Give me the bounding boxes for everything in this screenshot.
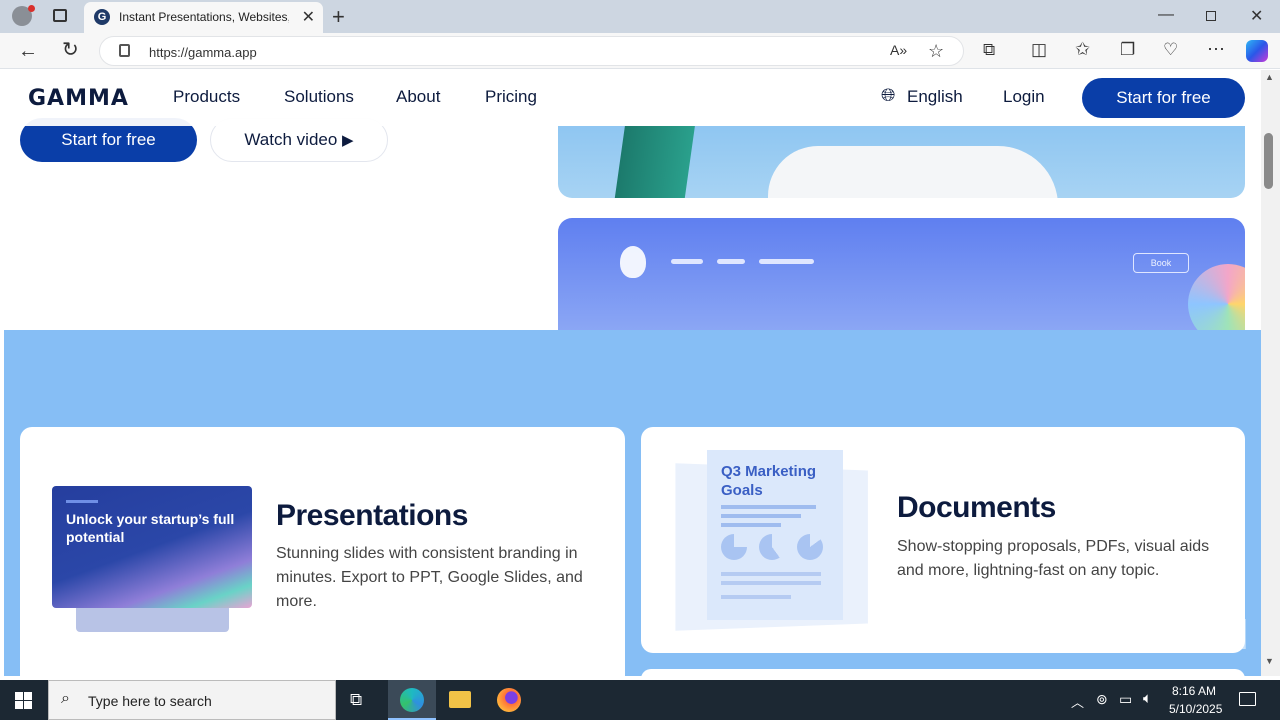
- site-header: GAMMA Products Solutions About Pricing 🌐…: [4, 70, 1261, 126]
- cloud: [768, 146, 1058, 198]
- presentations-card[interactable]: Unlock your startup’s full potential Pre…: [20, 427, 625, 676]
- scroll-up-icon[interactable]: ▲: [1265, 72, 1274, 82]
- doc-line: [721, 581, 821, 585]
- close-window-icon[interactable]: ✕: [1250, 6, 1263, 26]
- more-menu-icon[interactable]: ⋯: [1207, 40, 1225, 58]
- doc-line: [721, 523, 781, 527]
- nav-solutions[interactable]: Solutions: [284, 87, 354, 107]
- search-placeholder: Type here to search: [88, 693, 212, 709]
- volume-icon[interactable]: 🔈︎: [1143, 690, 1152, 707]
- split-screen-icon[interactable]: ◫: [1031, 41, 1047, 58]
- login-link[interactable]: Login: [1003, 87, 1045, 107]
- scroll-down-icon[interactable]: ▼: [1265, 656, 1274, 666]
- browser-essentials-icon[interactable]: ♡: [1163, 41, 1178, 58]
- favicon-icon: G: [94, 9, 110, 25]
- balloon-logo-icon: [620, 246, 646, 278]
- doc-line: [721, 572, 821, 576]
- pie-icon: [721, 534, 747, 560]
- presentations-desc: Stunning slides with consistent branding…: [276, 545, 583, 610]
- close-tab-icon[interactable]: ✕: [302, 7, 315, 27]
- collections-icon[interactable]: ❐: [1120, 41, 1135, 58]
- notification-dot: [28, 5, 35, 12]
- address-bar[interactable]: https://gamma.app A» ☆: [99, 36, 964, 66]
- green-pillar: [613, 126, 697, 198]
- presentation-thumb: Unlock your startup’s full potential: [52, 486, 252, 608]
- browser-toolbar: ← ↻ https://gamma.app A» ☆ ⧉ ◫ ✩ ❐ ♡ ⋯: [0, 33, 1280, 69]
- document-thumb: Q3 Marketing Goals: [707, 450, 843, 620]
- tray-chevron-icon[interactable]: ︿: [1071, 692, 1084, 711]
- notifications-icon[interactable]: [1239, 692, 1256, 706]
- taskbar-search[interactable]: ⌕ Type here to search: [48, 680, 336, 720]
- restore-icon[interactable]: [1206, 11, 1216, 21]
- hero-image-sky: [558, 126, 1245, 198]
- nav-products[interactable]: Products: [173, 87, 240, 107]
- nav-about[interactable]: About: [396, 87, 440, 107]
- gamma-logo[interactable]: GAMMA: [28, 86, 129, 111]
- network-icon[interactable]: ▭: [1119, 691, 1132, 708]
- language-selector[interactable]: English: [907, 87, 963, 107]
- presentations-title: Presentations: [276, 499, 468, 532]
- back-icon[interactable]: ←: [18, 41, 38, 61]
- header-start-button[interactable]: Start for free: [1082, 78, 1245, 118]
- tab-bar: G Instant Presentations, Websites, a ✕ +…: [0, 0, 1280, 33]
- watermark-text: ANY RUN: [1037, 610, 1251, 659]
- doc-line: [721, 595, 791, 599]
- minimize-icon[interactable]: —: [1158, 6, 1174, 24]
- file-explorer-icon[interactable]: [449, 691, 471, 708]
- preview-nav-bar: [717, 259, 745, 264]
- search-icon: ⌕: [61, 690, 70, 707]
- preview-nav-bar: [759, 259, 814, 264]
- preview-book-button: Book: [1133, 253, 1189, 273]
- tab-active[interactable]: G Instant Presentations, Websites, a ✕: [84, 2, 323, 33]
- tab-actions-icon[interactable]: [53, 9, 67, 22]
- page-viewport: Book Start for free Watch video ▶ GAMMA …: [4, 70, 1261, 676]
- task-view-icon[interactable]: ⧉: [350, 690, 362, 710]
- hot-air-balloon: [1188, 264, 1245, 338]
- windows-taskbar: ⌕ Type here to search ⧉ ︿ ⊚ ▭ 🔈︎ 8:16 AM…: [0, 680, 1280, 720]
- documents-title: Documents: [897, 491, 1056, 524]
- document-thumb-title: Q3 Marketing Goals: [721, 463, 817, 499]
- watch-video-label: Watch video: [244, 130, 338, 149]
- edge-logo: [400, 688, 424, 712]
- play-icon: ▶: [342, 132, 354, 149]
- new-tab-icon[interactable]: +: [332, 4, 345, 30]
- thumb-heading: Unlock your startup’s full potential: [66, 511, 235, 545]
- anyrun-watermark: ANY RUN: [1037, 610, 1251, 660]
- documents-desc: Show-stopping proposals, PDFs, visual ai…: [897, 538, 1210, 579]
- preview-nav-bar: [671, 259, 703, 264]
- pie-icon: [759, 534, 785, 560]
- windows-start-icon[interactable]: [15, 692, 32, 709]
- url-text[interactable]: https://gamma.app: [149, 45, 257, 60]
- clock-time[interactable]: 8:16 AM: [1172, 684, 1216, 698]
- pie-icon: [797, 534, 823, 560]
- tray-app-icon[interactable]: ⊚: [1096, 691, 1108, 708]
- favorite-star-icon[interactable]: ☆: [928, 42, 944, 60]
- hero-image-preview: Book: [558, 218, 1245, 338]
- doc-line: [721, 514, 801, 518]
- edge-taskbar-icon[interactable]: [388, 680, 436, 720]
- firefox-icon[interactable]: [497, 688, 521, 712]
- doc-line: [721, 505, 816, 509]
- globe-icon[interactable]: 🌐︎: [881, 85, 895, 106]
- clock-date[interactable]: 5/10/2025: [1169, 702, 1222, 716]
- scroll-thumb[interactable]: [1264, 133, 1273, 189]
- extensions-icon[interactable]: ⧉: [983, 41, 995, 58]
- nav-pricing[interactable]: Pricing: [485, 87, 537, 107]
- copilot-icon[interactable]: [1246, 40, 1268, 62]
- favorites-icon[interactable]: ✩: [1075, 40, 1090, 58]
- tab-title: Instant Presentations, Websites, a: [119, 10, 289, 24]
- lock-icon[interactable]: [119, 44, 130, 57]
- thumb-accent-line: [66, 500, 98, 503]
- next-card-peek[interactable]: [641, 669, 1245, 676]
- read-aloud-icon[interactable]: A»: [890, 43, 907, 57]
- refresh-icon[interactable]: ↻: [62, 40, 79, 60]
